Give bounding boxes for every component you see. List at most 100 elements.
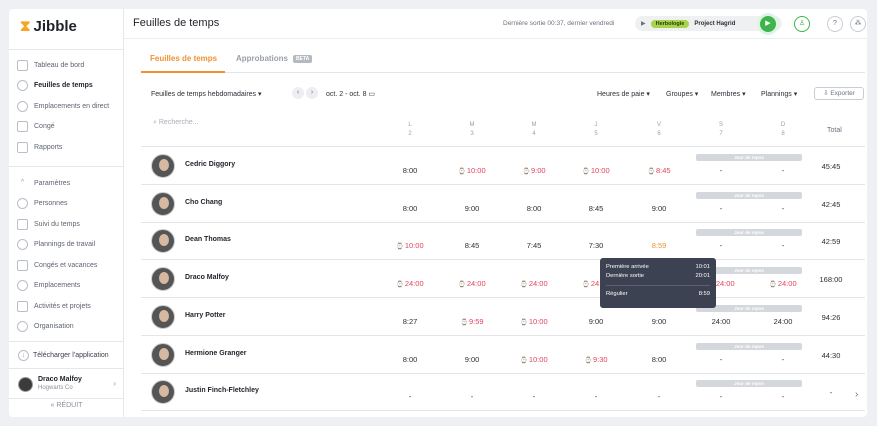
- time-cell[interactable]: -: [571, 392, 621, 401]
- sidebar-item-leave[interactable]: Congé: [9, 117, 124, 138]
- table-row[interactable]: Harry PotterJour de repos8:279:5910:009:…: [141, 298, 865, 336]
- sidebar-item-timesheets[interactable]: Feuilles de temps: [9, 76, 124, 97]
- sidebar-item-people[interactable]: Personnes: [9, 194, 124, 215]
- sidebar-item-reports[interactable]: Rapports: [9, 137, 124, 158]
- tab-approvals[interactable]: Approbations: [236, 54, 288, 63]
- time-cell[interactable]: 9:30: [571, 355, 621, 364]
- member-name[interactable]: Cedric Diggory: [185, 161, 235, 168]
- time-cell[interactable]: 8:45: [447, 241, 497, 250]
- time-cell[interactable]: 10:00: [385, 241, 435, 250]
- time-cell[interactable]: 8:00: [509, 204, 559, 213]
- sidebar-item-settings[interactable]: ^ Paramètres: [9, 173, 124, 194]
- sidebar-item-holidays[interactable]: Congés et vacances: [9, 255, 124, 276]
- logo[interactable]: ⧗ Jibble: [20, 15, 77, 37]
- next-week-button[interactable]: ›: [306, 87, 318, 99]
- tab-timesheets[interactable]: Feuilles de temps: [150, 54, 217, 63]
- time-cell[interactable]: -: [758, 392, 808, 401]
- collapse-sidebar-button[interactable]: « RÉDUIT: [9, 402, 124, 409]
- clock-in-button[interactable]: ▶: [760, 16, 776, 32]
- table-row[interactable]: Cedric Diggory Jour de repos 8:00 10:00 9:00…: [141, 147, 865, 185]
- time-cell[interactable]: -: [447, 392, 497, 401]
- time-cell[interactable]: -: [696, 166, 746, 175]
- groups-dropdown[interactable]: Groupes ▾: [666, 90, 698, 98]
- time-cell[interactable]: 8:00: [385, 204, 435, 213]
- location-icon: [17, 100, 28, 112]
- time-cell[interactable]: 9:00: [447, 204, 497, 213]
- schedules-dropdown[interactable]: Plannings ▾: [761, 90, 797, 98]
- export-label: Exporter: [830, 90, 855, 97]
- scroll-right-icon[interactable]: ›: [855, 389, 858, 400]
- time-cell[interactable]: -: [758, 241, 808, 250]
- sidebar-item-time-tracking[interactable]: Suivi du temps: [9, 214, 124, 235]
- member-name[interactable]: Hermione Granger: [185, 350, 246, 357]
- member-name[interactable]: Cho Chang: [185, 199, 222, 206]
- time-cell[interactable]: 10:00: [509, 317, 559, 326]
- time-cell[interactable]: 24:00: [509, 279, 559, 288]
- time-cell[interactable]: 7:30: [571, 241, 621, 250]
- time-cell[interactable]: 10:00: [447, 166, 497, 175]
- member-name[interactable]: Dean Thomas: [185, 236, 231, 243]
- user-menu[interactable]: Draco Malfoy Hogwarts Co ›: [9, 372, 124, 396]
- time-cell[interactable]: 24:00: [447, 279, 497, 288]
- time-cell[interactable]: -: [758, 166, 808, 175]
- time-cell[interactable]: 7:45: [509, 241, 559, 250]
- time-cell[interactable]: -: [696, 241, 746, 250]
- members-dropdown[interactable]: Membres ▾: [711, 90, 746, 98]
- time-cell[interactable]: 8:00: [385, 355, 435, 364]
- pay-hours-dropdown[interactable]: Heures de paie ▾: [597, 90, 650, 98]
- sidebar-item-label: Feuilles de temps: [34, 82, 93, 90]
- time-cell[interactable]: 8:00: [634, 355, 684, 364]
- time-cell[interactable]: -: [696, 204, 746, 213]
- search-input[interactable]: ⌕ Recherche...: [153, 119, 199, 127]
- download-app-link[interactable]: ↓ Télécharger l'application: [9, 345, 124, 365]
- help-icon[interactable]: ?: [827, 16, 843, 32]
- member-name[interactable]: Draco Malfoy: [185, 274, 229, 281]
- person-icon[interactable]: ♙: [794, 16, 810, 32]
- time-cell[interactable]: 9:00: [571, 317, 621, 326]
- table-row[interactable]: Cho Chang Jour de repos 8:00 9:00 8:00 8:45 9:…: [141, 185, 865, 223]
- sidebar-item-dashboard[interactable]: Tableau de bord: [9, 55, 124, 76]
- prev-week-button[interactable]: ‹: [292, 87, 304, 99]
- date-range[interactable]: oct. 2 - oct. 8 ▭: [326, 90, 375, 98]
- sidebar-item-activities[interactable]: Activités et projets: [9, 296, 124, 317]
- time-cell[interactable]: -: [696, 392, 746, 401]
- time-cell[interactable]: 9:59: [447, 317, 497, 326]
- time-cell[interactable]: 8:45: [571, 204, 621, 213]
- day-letter: J: [594, 122, 598, 128]
- table-row[interactable]: Draco MalfoyJour de repos24:0024:0024:00…: [141, 260, 865, 299]
- time-cell[interactable]: -: [758, 204, 808, 213]
- time-cell[interactable]: -: [385, 392, 435, 401]
- time-cell[interactable]: 9:00: [509, 166, 559, 175]
- member-name[interactable]: Harry Potter: [185, 312, 225, 319]
- table-row[interactable]: Hermione Granger Jour de repos 8:00 9:00 10:…: [141, 336, 865, 374]
- time-cell[interactable]: -: [696, 355, 746, 364]
- time-cell[interactable]: 10:00: [509, 355, 559, 364]
- time-cell[interactable]: 9:00: [634, 204, 684, 213]
- time-cell[interactable]: -: [758, 355, 808, 364]
- filter-bar: Feuilles de temps hebdomadaires ▾ ‹ › oc…: [141, 87, 865, 101]
- time-cell[interactable]: 8:00: [385, 166, 435, 175]
- time-cell[interactable]: -: [634, 392, 684, 401]
- time-cell[interactable]: 9:00: [447, 355, 497, 364]
- table-row[interactable]: Justin Finch-Fletchley Jour de repos - - - - -…: [141, 373, 865, 412]
- sidebar-item-organization[interactable]: Organisation: [9, 317, 124, 338]
- apps-icon[interactable]: ⁂: [850, 16, 866, 32]
- time-cell[interactable]: 24:00: [696, 317, 746, 326]
- time-cell[interactable]: 10:00: [571, 166, 621, 175]
- timesheet-type-dropdown[interactable]: Feuilles de temps hebdomadaires ▾: [151, 90, 262, 98]
- search-placeholder: Recherche...: [158, 119, 199, 126]
- time-cell[interactable]: 24:00: [758, 279, 808, 288]
- time-cell[interactable]: 9:00: [634, 317, 684, 326]
- time-cell[interactable]: 24:00: [385, 279, 435, 288]
- export-button[interactable]: ⇩ Exporter: [814, 87, 864, 100]
- time-cell[interactable]: 8:45: [634, 166, 684, 175]
- sidebar-item-locations[interactable]: Emplacements: [9, 276, 124, 297]
- time-cell[interactable]: -: [509, 392, 559, 401]
- sidebar-item-work-schedules[interactable]: Plannings de travail: [9, 235, 124, 256]
- time-cell[interactable]: 24:00: [758, 317, 808, 326]
- time-cell[interactable]: 8:59: [634, 241, 684, 250]
- time-cell[interactable]: 8:27: [385, 317, 435, 326]
- sidebar-item-live-locations[interactable]: Emplacements en direct: [9, 96, 124, 117]
- table-row[interactable]: Dean Thomas Jour de repos 10:00 8:45 7:45 7:3…: [141, 222, 865, 261]
- member-name[interactable]: Justin Finch-Fletchley: [185, 387, 259, 394]
